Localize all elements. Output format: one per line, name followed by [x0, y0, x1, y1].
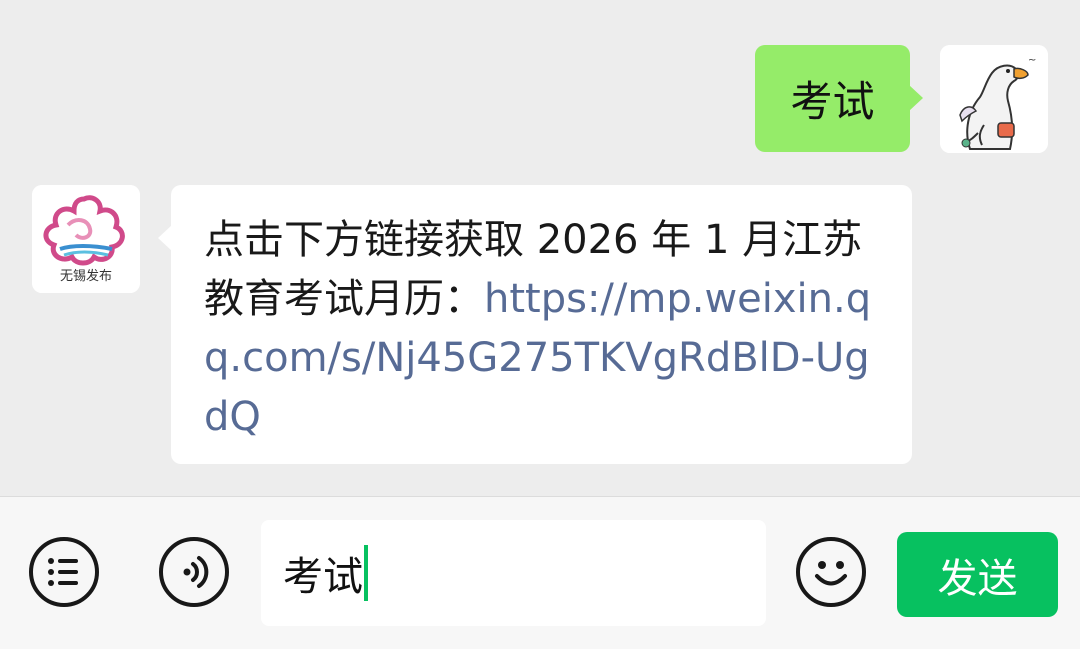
outgoing-message-bubble[interactable]: 考试	[755, 45, 923, 152]
chat-area: 考试 ~ 无锡发布 点击下方链接获取 2026 年 1 月江苏教育考试月历：ht…	[0, 0, 1080, 496]
message-input-text: 考试	[283, 554, 363, 600]
wuxi-fabu-avatar[interactable]: 无锡发布	[32, 185, 140, 293]
voice-button[interactable]	[159, 537, 229, 607]
list-menu-icon	[48, 558, 78, 586]
outgoing-message-text: 考试	[790, 77, 875, 126]
input-bar: 考试 发送	[0, 496, 1080, 649]
incoming-message-bubble: 点击下方链接获取 2026 年 1 月江苏教育考试月历：https://mp.w…	[158, 185, 912, 464]
svg-text:~: ~	[1028, 55, 1036, 66]
wuxi-fabu-logo-icon: 无锡发布	[32, 185, 140, 293]
voice-icon	[183, 556, 209, 588]
svg-text:无锡发布: 无锡发布	[60, 268, 112, 284]
emoji-button[interactable]	[796, 537, 866, 607]
user-avatar[interactable]: ~	[940, 45, 1048, 153]
send-button-label: 发送	[937, 555, 1018, 602]
emoji-icon	[815, 561, 847, 586]
menu-button[interactable]	[29, 537, 99, 607]
text-caret	[364, 545, 368, 601]
message-input[interactable]: 考试	[261, 520, 766, 626]
send-button[interactable]: 发送	[897, 532, 1058, 617]
cartoon-goose-avatar-icon: ~	[940, 45, 1048, 153]
